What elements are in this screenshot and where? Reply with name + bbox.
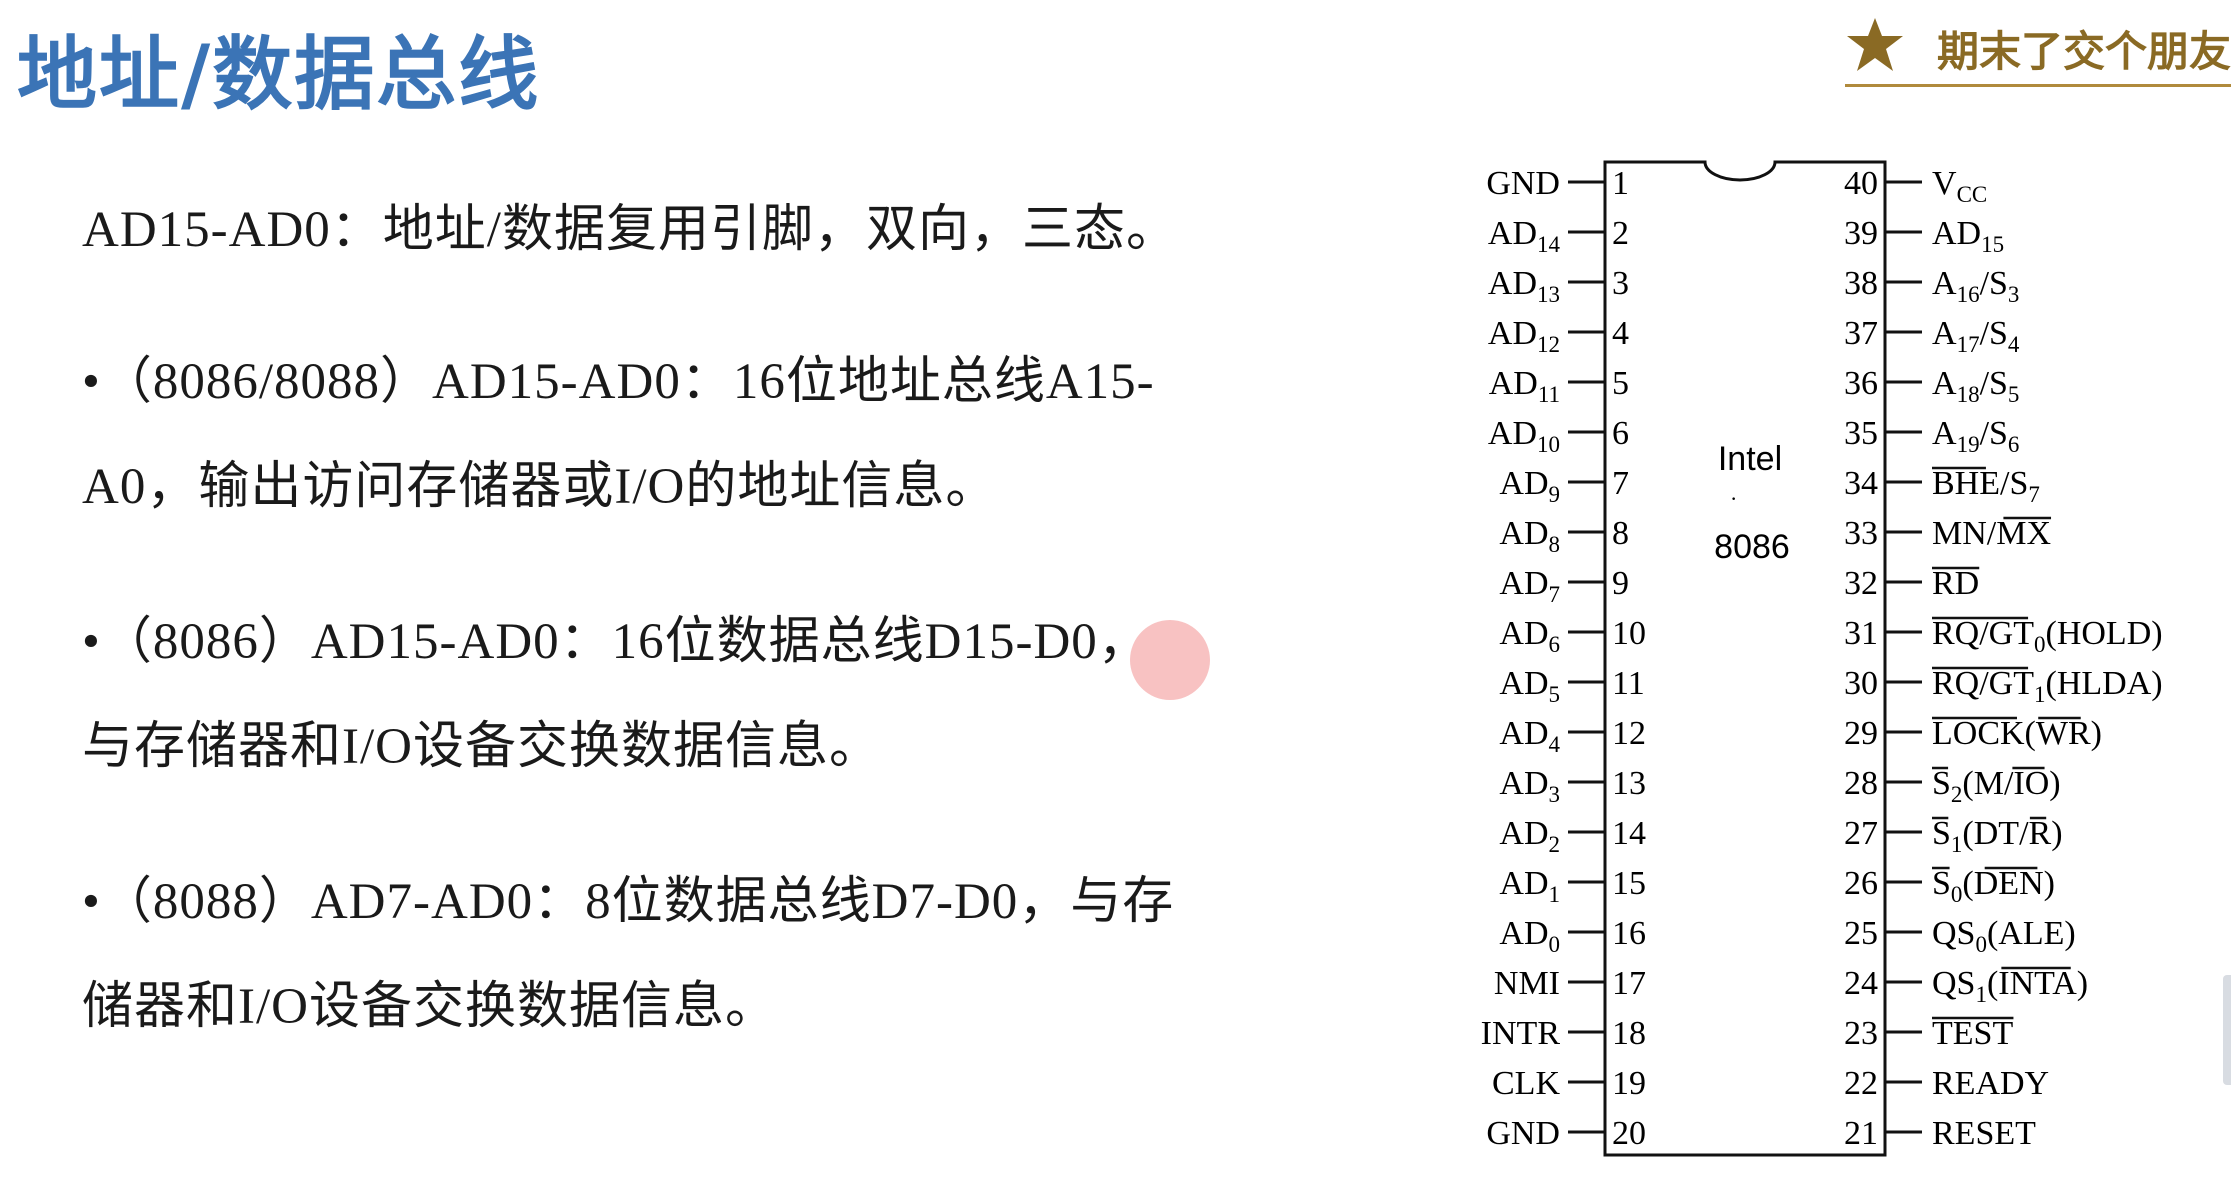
bullet-1-line-2: A0，输出访问存储器或I/O的地址信息。 [82,459,998,515]
bullet-3-line-2: 储器和I/O设备交换数据信息。 [82,979,777,1035]
pin-label-left: AD14 [1488,215,1561,257]
pin-number-right: 22 [1844,1065,1878,1102]
pin-label-right: RQ/GT0(HOLD) [1932,615,2163,657]
pin-number-right: 27 [1844,815,1878,852]
chip-pinout-diagram: Intel · 8086 1 GND 2 AD14 3 AD13 4 AD12 5 AD11 6 AD… [1440,150,2231,1179]
chip-body [1603,160,1887,1157]
pin-label-left: AD9 [1499,465,1560,507]
pin-number-left: 8 [1612,515,1629,552]
pin-label-right: RQ/GT1(HLDA) [1932,665,2163,707]
pin-label-right: A17/S4 [1932,315,2020,357]
pin-number-left: 9 [1612,565,1629,602]
pin-number-right: 35 [1844,415,1878,452]
pin-label-right: A16/S3 [1932,265,2019,307]
scrollbar-thumb[interactable] [2223,975,2231,1085]
pin-label-right: TEST [1932,1015,2013,1052]
brand-banner: 期末了交个朋友 [1845,12,2231,87]
pin-label-left: AD0 [1499,915,1560,957]
pin-label-right: BHE/S7 [1932,465,2040,507]
chip-name-line1: Intel [1718,440,1782,478]
pin-number-left: 3 [1612,265,1629,302]
pin-label-left: NMI [1494,965,1560,1002]
pin-label-right: A18/S5 [1932,365,2019,407]
intro-line: AD15-AD0：地址/数据复用引脚，双向，三态。 [82,202,1178,258]
pin-number-left: 18 [1612,1015,1646,1052]
pin-label-right: A19/S6 [1932,415,2019,457]
pin-number-right: 29 [1844,715,1878,752]
pin-number-right: 32 [1844,565,1878,602]
pin-number-right: 26 [1844,865,1878,902]
pin-label-left: INTR [1481,1015,1561,1052]
pin-number-right: 30 [1844,665,1878,702]
bullet-1-line-1: •（8086/8088）AD15-AD0：16位地址总线A15- [82,354,1155,410]
chip-dot: · [1730,486,1737,511]
pin-number-left: 5 [1612,365,1629,402]
pin-label-left: AD12 [1488,315,1560,357]
pin-number-right: 39 [1844,215,1878,252]
pin-number-left: 11 [1612,665,1645,702]
pin-number-left: 16 [1612,915,1646,952]
pin-label-right: S2(M/IO) [1932,765,2061,807]
bullet-2-line-2: 与存储器和I/O设备交换数据信息。 [82,719,881,775]
pin-number-right: 25 [1844,915,1878,952]
pin-label-left: AD3 [1499,765,1560,807]
pin-label-left: AD2 [1499,815,1560,857]
pin-number-right: 36 [1844,365,1878,402]
pin-label-left: AD10 [1488,415,1560,457]
pin-number-left: 15 [1612,865,1646,902]
pin-label-left: AD8 [1499,515,1560,557]
pin-label-right: LOCK(WR) [1932,715,2102,752]
pin-label-right: MN/MX [1932,515,2051,552]
pin-number-left: 10 [1612,615,1646,652]
bullet-2-line-1: •（8086）AD15-AD0：16位数据总线D15-D0， [82,614,1150,670]
pin-number-right: 34 [1844,465,1878,502]
pin-label-left: GND [1486,165,1560,202]
pin-label-left: AD11 [1489,365,1560,407]
pin-number-left: 19 [1612,1065,1646,1102]
pin-label-left: AD1 [1499,865,1560,907]
pin-label-right: RESET [1932,1115,2036,1152]
page-title: 地址/数据总线 [17,28,541,121]
brand-text: 期末了交个朋友 [1937,27,2231,76]
pin-label-left: AD5 [1499,665,1560,707]
pin-label-left: AD13 [1488,265,1560,307]
pin-number-left: 7 [1612,465,1629,502]
pin-label-left: AD4 [1499,715,1560,757]
pin-number-right: 40 [1844,165,1878,202]
pin-number-left: 2 [1612,215,1629,252]
pin-label-right: S1(DT/R) [1932,815,2063,857]
pin-number-right: 37 [1844,315,1878,352]
pin-number-right: 31 [1844,615,1878,652]
pin-number-left: 6 [1612,415,1629,452]
pin-number-left: 12 [1612,715,1646,752]
pin-label-left: AD7 [1499,565,1560,607]
pin-label-left: CLK [1492,1065,1560,1102]
pin-label-left: GND [1486,1115,1560,1152]
pin-number-right: 33 [1844,515,1878,552]
pin-number-left: 1 [1612,165,1629,202]
pin-number-left: 4 [1612,315,1629,352]
pin-label-right: QS1(INTA) [1932,965,2088,1007]
pin-label-right: QS0(ALE) [1932,915,2076,957]
pin-label-right: READY [1932,1065,2049,1102]
pin-number-left: 17 [1612,965,1646,1002]
star-icon [1847,18,1903,71]
pin-label-right: S0(DEN) [1932,865,2055,907]
pin-number-left: 13 [1612,765,1646,802]
pin-number-left: 20 [1612,1115,1646,1152]
pin-label-right: AD15 [1932,215,2004,257]
pin-number-right: 24 [1844,965,1878,1002]
pin-number-right: 28 [1844,765,1878,802]
pin-number-right: 23 [1844,1015,1878,1052]
cursor-highlight [1130,620,1210,700]
chip-svg: Intel · 8086 1GND2AD143AD134AD125AD116AD… [1481,160,2163,1157]
chip-name-line2: 8086 [1714,528,1790,566]
bullet-3-line-1: •（8088）AD7-AD0：8位数据总线D7-D0，与存 [82,874,1175,930]
pin-label-left: AD6 [1499,615,1560,657]
pin-label-right: RD [1932,565,1979,602]
pin-number-right: 21 [1844,1115,1878,1152]
pin-number-left: 14 [1612,815,1646,852]
pin-label-right: VCC [1932,165,1987,207]
pin-number-right: 38 [1844,265,1878,302]
